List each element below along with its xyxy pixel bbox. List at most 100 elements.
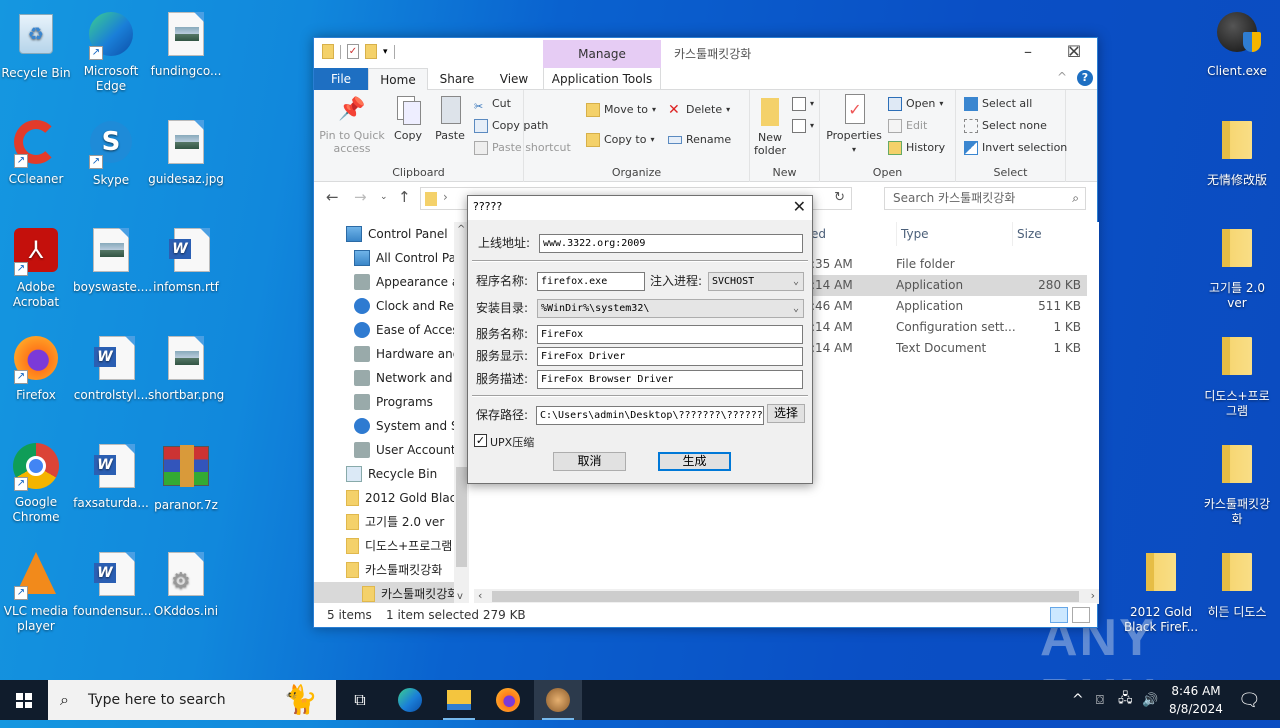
recent-locations-icon[interactable]: ⌄ <box>380 192 388 202</box>
service-name-input[interactable]: FireFox <box>537 325 803 344</box>
nav-tree-item[interactable]: Recycle Bin <box>314 462 469 486</box>
scroll-right-icon[interactable]: › <box>1091 589 1095 602</box>
nav-tree-item[interactable]: 2012 Gold Black <box>314 486 469 510</box>
copy-button[interactable]: Copy <box>388 94 428 142</box>
nav-tree-item[interactable]: 카스툴패킷강화 <box>314 558 469 582</box>
taskbar-firefox-button[interactable] <box>484 680 532 720</box>
volume-icon[interactable]: 🔊 <box>1142 680 1158 720</box>
column-type[interactable]: Type <box>896 222 1012 246</box>
new-item-button[interactable]: ▾ <box>792 94 814 114</box>
large-icons-view-icon[interactable] <box>1072 607 1090 623</box>
nav-tree-item[interactable]: 디도스+프로그램 <box>314 534 469 558</box>
search-box[interactable]: Search 카스툴패킷강화 ⌕ <box>884 187 1086 210</box>
desktop-icon-9[interactable]: ↗ Firefox <box>0 334 74 403</box>
inject-process-select[interactable]: SVCHOST ⌄ <box>708 272 804 291</box>
forward-arrow-icon[interactable]: → <box>354 188 367 206</box>
easy-access-button[interactable]: ▾ <box>792 116 814 136</box>
desktop-icon-11[interactable]: shortbar.png <box>148 334 224 403</box>
taskbar-edge-button[interactable] <box>386 680 434 720</box>
nav-tree-item[interactable]: All Control Par <box>314 246 469 270</box>
tab-file[interactable]: File <box>314 68 368 90</box>
properties-icon[interactable]: ✓ <box>347 44 359 59</box>
new-folder-icon[interactable] <box>365 44 377 59</box>
nav-tree-item[interactable]: Programs <box>314 390 469 414</box>
close-button[interactable]: ✕ <box>1051 38 1097 68</box>
desktop-icon-15[interactable]: ↗ VLC media player <box>0 550 74 634</box>
nav-tree-item[interactable]: 카스툴패킷강화 <box>314 582 469 604</box>
paste-button[interactable]: Paste <box>430 94 470 142</box>
dialog-close-icon[interactable]: ✕ <box>793 196 806 218</box>
save-path-input[interactable]: C:\Users\admin\Desktop\???????\?????? <box>536 406 764 425</box>
delete-button[interactable]: ✕ Delete ▾ <box>668 100 730 120</box>
column-date-modified[interactable]: ed <box>811 222 826 246</box>
column-size[interactable]: Size <box>1012 222 1088 246</box>
desktop-icon-5[interactable]: guidesaz.jpg <box>148 118 224 187</box>
desktop-icon-13[interactable]: Wfaxsaturda... <box>73 442 149 511</box>
service-display-input[interactable]: FireFox Driver <box>537 347 803 366</box>
desktop-icon-17[interactable]: ⚙ OKddos.ini <box>148 550 224 619</box>
move-to-button[interactable]: Move to ▾ <box>586 100 656 120</box>
desktop-icon-14[interactable]: paranor.7z <box>148 442 224 513</box>
cut-button[interactable]: ✂ Cut <box>474 94 511 114</box>
cancel-button[interactable]: 取消 <box>553 452 626 471</box>
taskbar-explorer-button[interactable] <box>435 680 483 720</box>
file-list-horizontal-scrollbar[interactable]: ‹ › <box>474 589 1099 604</box>
nav-tree-item[interactable]: Control Panel <box>314 222 469 246</box>
collapse-ribbon-icon[interactable]: ^ <box>1057 70 1067 84</box>
tab-view[interactable]: View <box>486 68 542 90</box>
desktop-icon-6[interactable]: ⅄ ↗ Adobe Acrobat <box>0 226 74 310</box>
help-icon[interactable]: ? <box>1077 70 1093 86</box>
up-arrow-icon[interactable]: ↑ <box>398 188 411 206</box>
pin-quick-access-button[interactable]: 📌 Pin to Quick access <box>318 94 386 155</box>
select-none-button[interactable]: Select none <box>964 116 1047 136</box>
back-arrow-icon[interactable]: ← <box>326 188 339 206</box>
manage-context-tab[interactable]: Manage <box>543 40 661 68</box>
desktop-icon-1[interactable]: ↗ Microsoft Edge <box>73 10 149 94</box>
system-clock[interactable]: 8:46 AM 8/8/2024 <box>1160 682 1232 718</box>
show-hidden-icons-chevron[interactable]: ^ <box>1072 680 1084 720</box>
tab-home[interactable]: Home <box>368 68 428 91</box>
desktop-icon-12[interactable]: ↗ Google Chrome <box>0 442 74 525</box>
desktop-icon-0[interactable]: ♻ Recycle Bin <box>0 10 74 81</box>
desktop-icon-8[interactable]: Winfomsn.rtf <box>148 226 224 295</box>
nav-tree-item[interactable]: User Accounts <box>314 438 469 462</box>
minimize-button[interactable]: – <box>1005 38 1051 68</box>
desktop-right-icon-3[interactable]: 디도스+프로그램 <box>1199 332 1275 419</box>
desktop-right-icon-1[interactable]: 无情修改版 <box>1199 116 1275 188</box>
tab-share[interactable]: Share <box>428 68 486 90</box>
scroll-up-icon[interactable]: ^ <box>457 224 465 235</box>
desktop-icon-7[interactable]: boyswaste.... <box>73 226 152 295</box>
install-dir-select[interactable]: %WinDir%\system32\ ⌄ <box>537 299 804 318</box>
desktop-icon-3[interactable]: ↗ CCleaner <box>0 118 74 187</box>
notification-center-icon[interactable]: 🗨 <box>1238 680 1261 720</box>
nav-tree-item[interactable]: Appearance an <box>314 270 469 294</box>
desktop-right-icon-4[interactable]: 카스툴패킷강화 <box>1199 440 1275 527</box>
desktop-icon-2[interactable]: fundingco... <box>148 10 224 79</box>
rename-button[interactable]: Rename <box>668 130 731 150</box>
desktop-right-icon-2[interactable]: 고기틀 2.0 ver <box>1199 224 1275 311</box>
properties-button[interactable]: ✓ Properties ▾ <box>824 94 884 156</box>
tab-application-tools[interactable]: Application Tools <box>543 68 661 90</box>
start-button[interactable] <box>0 680 48 720</box>
generate-button[interactable]: 生成 <box>658 452 731 471</box>
scrollbar-thumb[interactable] <box>492 591 1079 602</box>
desktop-right-icon-0[interactable]: Client.exe <box>1199 8 1275 79</box>
folder-icon[interactable] <box>322 44 334 59</box>
meet-now-icon[interactable]: ⌼ <box>1096 680 1104 720</box>
online-address-input[interactable]: www.3322.org:2009 <box>539 234 803 253</box>
copy-to-button[interactable]: Copy to ▾ <box>586 130 654 150</box>
taskbar-builder-app-button[interactable] <box>534 680 582 720</box>
desktop-icon-16[interactable]: Wfoundensur... <box>73 550 152 619</box>
edit-button[interactable]: Edit <box>888 116 927 136</box>
nav-tree-item[interactable]: Hardware and <box>314 342 469 366</box>
refresh-icon[interactable]: ↻ <box>834 190 845 205</box>
nav-tree-item[interactable]: System and Se <box>314 414 469 438</box>
taskbar-search-box[interactable]: ⌕ Type here to search 🐈 <box>48 680 336 720</box>
nav-tree-item[interactable]: Ease of Access <box>314 318 469 342</box>
nav-tree-item[interactable]: 고기틀 2.0 ver <box>314 510 469 534</box>
scrollbar-thumb[interactable] <box>456 467 467 567</box>
scroll-down-icon[interactable]: v <box>457 591 463 602</box>
scroll-left-icon[interactable]: ‹ <box>478 589 482 602</box>
nav-tree-item[interactable]: Network and Ir <box>314 366 469 390</box>
nav-tree-item[interactable]: Clock and Regi <box>314 294 469 318</box>
